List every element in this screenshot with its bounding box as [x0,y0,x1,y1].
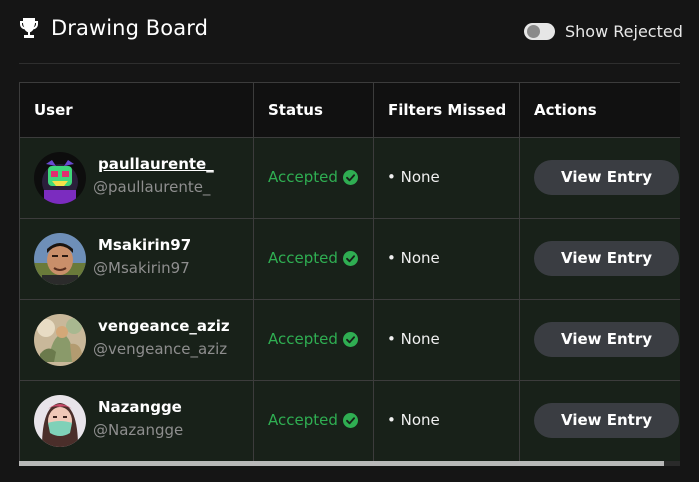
user-handle: @vengeance_aziz [93,340,228,358]
user-cell: vengeance_aziz @vengeance_aziz [20,300,254,380]
user-name[interactable]: Nazangge [98,398,182,416]
horizontal-scrollbar[interactable] [19,461,680,466]
status-text: Accepted [268,168,338,186]
filters-missed-text: None [400,411,440,429]
avatar[interactable] [34,233,86,285]
page-title: Drawing Board [51,16,209,40]
table-row: vengeance_aziz @vengeance_aziz Accepted … [20,300,680,381]
user-cell: Msakirin97 @Msakirin97 [20,219,254,299]
filters-missed-cell: • None [374,219,520,299]
toggle-switch[interactable] [524,22,555,40]
user-name[interactable]: Msakirin97 [98,236,191,254]
filters-missed-item: • None [387,330,440,348]
filters-missed-item: • None [387,411,440,429]
entries-table: User Status Filters Missed Actions paull… [19,82,680,463]
filters-missed-cell: • None [374,300,520,380]
filters-missed-text: None [400,249,440,267]
status-cell: Accepted [254,138,374,218]
table-row: paullaurente_ @paullaurente_ Accepted • … [20,138,680,219]
user-name-link[interactable]: paullaurente_ [98,155,214,173]
check-circle-icon [342,412,358,428]
toggle-knob [527,24,540,38]
column-header-filters-missed: Filters Missed [374,83,520,137]
view-entry-button[interactable]: View Entry [534,322,679,357]
actions-cell: View Entry [520,381,680,461]
header-divider [19,63,680,64]
trophy-icon [20,18,38,38]
avatar[interactable] [34,152,86,204]
actions-cell: View Entry [520,300,680,380]
check-circle-icon [342,169,358,185]
filters-missed-text: None [400,168,440,186]
view-entry-button[interactable]: View Entry [534,241,679,276]
filters-missed-item: • None [387,249,440,267]
status-badge: Accepted [268,411,358,429]
filters-missed-item: • None [387,168,440,186]
show-rejected-toggle[interactable]: Show Rejected [524,21,683,41]
user-cell: Nazangge @Nazangge [20,381,254,461]
user-handle: @Nazangge [93,421,184,439]
status-badge: Accepted [268,330,358,348]
user-cell: paullaurente_ @paullaurente_ [20,138,254,218]
view-entry-button[interactable]: View Entry [534,403,679,438]
user-name[interactable]: vengeance_aziz [98,317,230,335]
column-header-user: User [20,83,254,137]
check-circle-icon [342,250,358,266]
status-text: Accepted [268,249,338,267]
status-cell: Accepted [254,300,374,380]
user-handle: @paullaurente_ [93,178,211,196]
actions-cell: View Entry [520,138,680,218]
status-badge: Accepted [268,168,358,186]
status-cell: Accepted [254,219,374,299]
table-header: User Status Filters Missed Actions [20,83,680,138]
table-row: Nazangge @Nazangge Accepted • None View … [20,381,680,462]
status-text: Accepted [268,411,338,429]
scrollbar-thumb[interactable] [19,461,664,466]
status-badge: Accepted [268,249,358,267]
filters-missed-text: None [400,330,440,348]
page-header: Drawing Board Show Rejected [0,0,699,62]
status-cell: Accepted [254,381,374,461]
column-header-actions: Actions [534,101,597,119]
filters-missed-cell: • None [374,381,520,461]
table-row: Msakirin97 @Msakirin97 Accepted • None V… [20,219,680,300]
avatar[interactable] [34,314,86,366]
status-text: Accepted [268,330,338,348]
column-header-status: Status [254,83,374,137]
view-entry-button[interactable]: View Entry [534,160,679,195]
filters-missed-cell: • None [374,138,520,218]
toggle-label: Show Rejected [565,21,683,41]
check-circle-icon [342,331,358,347]
avatar[interactable] [34,395,86,447]
user-handle: @Msakirin97 [93,259,190,277]
actions-cell: View Entry [520,219,680,299]
